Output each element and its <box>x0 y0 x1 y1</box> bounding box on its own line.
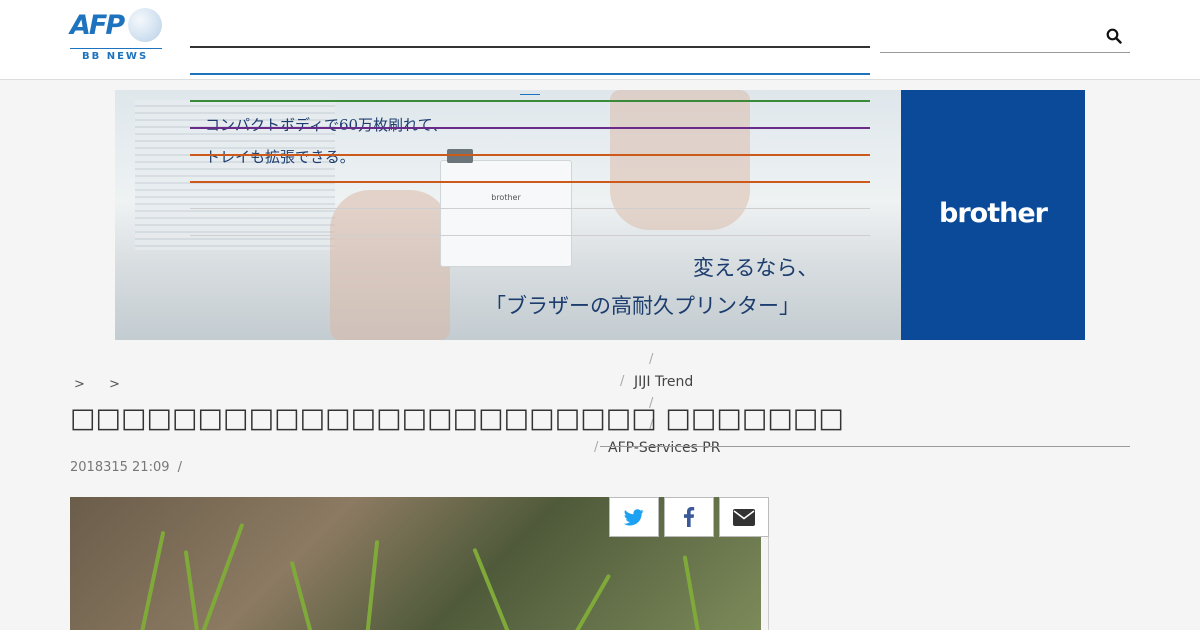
ad-hand-right <box>610 90 750 230</box>
menu-line-orange <box>190 154 870 156</box>
grass-blade <box>682 555 702 630</box>
grass-blade <box>289 560 315 630</box>
grass-blade <box>572 573 612 630</box>
logo-divider <box>70 48 162 49</box>
menu-line-orange-2 <box>190 181 870 183</box>
logo-subtitle: BB NEWS <box>82 51 149 62</box>
menu-separator: / <box>594 440 599 455</box>
menu-line-gray-1 <box>190 208 870 209</box>
menu-divider <box>600 446 1130 447</box>
ad-headline1: 変えるなら、 <box>693 256 819 280</box>
nav-bottom-border <box>190 73 870 75</box>
article-date: 2018315 21:09 <box>70 460 170 475</box>
menu-indicator <box>520 94 540 95</box>
menu-line-green <box>190 100 870 102</box>
article-title: □□□□□□□□□□□□□□□□□□□□□□□ □□□□□□□ <box>70 403 844 434</box>
grass-blade <box>199 522 245 630</box>
site-header: AFP BB NEWS <box>0 0 1200 80</box>
article-meta: 2018315 21:09 / <box>70 460 182 475</box>
menu-line-purple <box>190 127 870 129</box>
facebook-icon <box>684 507 695 527</box>
meta-separator: / <box>177 460 183 475</box>
grass-blade <box>183 550 201 630</box>
search-input[interactable] <box>880 24 1130 53</box>
grass-blade <box>364 540 380 630</box>
ad-copy-line1: コンパクトボディで60万枚刷れて、 <box>205 116 447 134</box>
breadcrumb-separator: > <box>109 377 120 392</box>
menu-separator: / <box>620 374 625 389</box>
brother-logo: brother <box>939 198 1048 229</box>
menu-line-gray-2 <box>190 235 870 236</box>
twitter-icon <box>624 508 644 525</box>
grass-blade <box>138 530 166 630</box>
share-facebook-button[interactable] <box>664 497 714 537</box>
menu-separator: / <box>649 352 654 367</box>
logo-text: AFP <box>70 10 125 41</box>
printer-label: brother <box>491 193 521 202</box>
ad-brand-panel: brother <box>901 90 1085 340</box>
email-icon <box>733 508 755 526</box>
breadcrumb-separator: > <box>74 377 85 392</box>
ad-printer-image: brother <box>440 149 572 267</box>
menu-item-afp-services-pr[interactable]: AFP-Services PR <box>608 440 720 456</box>
printer-panel <box>447 149 473 163</box>
ad-copy-line2: トレイも拡張できる。 <box>205 148 355 166</box>
search-icon[interactable] <box>1106 28 1122 44</box>
share-twitter-button[interactable] <box>609 497 659 537</box>
grass-blade <box>472 547 512 630</box>
afp-bb-news-logo[interactable]: AFP BB NEWS <box>70 8 162 66</box>
globe-icon <box>128 8 162 42</box>
ad-headline2: 「ブラザーの高耐久プリンター」 <box>485 294 800 318</box>
nav-top-border <box>190 46 870 48</box>
share-email-button[interactable] <box>719 497 769 537</box>
menu-item-jiji-trend[interactable]: JIJI Trend <box>634 374 693 390</box>
ad-hand-left <box>330 190 450 340</box>
sidebar-border <box>768 537 769 630</box>
